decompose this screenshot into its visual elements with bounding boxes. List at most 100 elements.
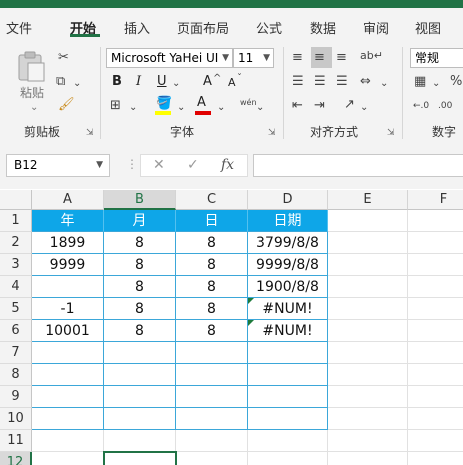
row-header[interactable]: 6 [0, 320, 32, 342]
table-cell[interactable]: 1900/8/8 [248, 276, 328, 298]
grid-cell[interactable] [176, 452, 248, 465]
table-cell[interactable] [176, 386, 248, 408]
align-right-icon[interactable]: ☰ [336, 74, 348, 90]
enter-icon[interactable]: ✓ [187, 157, 199, 173]
cut-icon[interactable]: ✂ [58, 50, 69, 66]
increase-indent-icon[interactable]: ⇥ [314, 98, 325, 114]
decrease-decimal-icon[interactable]: .00 [438, 98, 452, 114]
tab-file[interactable]: 文件 [6, 18, 32, 37]
table-cell[interactable]: -1 [32, 298, 104, 320]
grid-cell[interactable] [328, 232, 408, 254]
merge-center-icon[interactable]: ⇔ [360, 74, 371, 90]
decrease-indent-icon[interactable]: ⇤ [292, 98, 303, 114]
row-header[interactable]: 7 [0, 342, 32, 364]
font-color-button[interactable]: A [197, 95, 206, 110]
tab-formulas[interactable]: 公式 [256, 18, 282, 37]
grid-cell[interactable] [408, 254, 463, 276]
table-cell[interactable]: 8 [176, 254, 248, 276]
table-cell[interactable]: 8 [176, 298, 248, 320]
table-cell[interactable]: 3799/8/8 [248, 232, 328, 254]
format-painter-icon[interactable]: 🖌 [58, 97, 75, 113]
grid-cell[interactable] [408, 232, 463, 254]
paste-dropdown-icon[interactable]: ⌄ [30, 100, 38, 116]
table-cell[interactable]: 8 [176, 232, 248, 254]
grid-cell[interactable] [408, 210, 463, 232]
row-header[interactable]: 4 [0, 276, 32, 298]
table-cell[interactable]: 8 [104, 254, 176, 276]
table-cell[interactable]: 8 [104, 298, 176, 320]
table-cell[interactable] [176, 342, 248, 364]
fill-color-dropdown-icon[interactable]: ⌄ [177, 100, 185, 116]
table-cell[interactable] [176, 408, 248, 430]
font-size-combo[interactable]: 11 ▼ [233, 48, 274, 68]
table-cell[interactable] [248, 386, 328, 408]
row-header[interactable]: 1 [0, 210, 32, 232]
column-header-a[interactable]: A [32, 190, 104, 210]
grid-cell[interactable] [328, 210, 408, 232]
formula-input[interactable] [253, 154, 463, 177]
row-header[interactable]: 2 [0, 232, 32, 254]
table-cell[interactable] [32, 408, 104, 430]
row-header[interactable]: 11 [0, 430, 32, 452]
orientation-icon[interactable]: ↗ [344, 97, 355, 113]
table-header-cell[interactable]: 年 [32, 210, 104, 232]
grid-cell[interactable] [408, 342, 463, 364]
row-header[interactable]: 5 [0, 298, 32, 320]
grid-cell[interactable] [408, 298, 463, 320]
column-header-f[interactable]: F [408, 190, 463, 210]
table-cell[interactable] [248, 408, 328, 430]
shrink-font-button[interactable]: A [228, 76, 236, 89]
table-cell[interactable] [32, 364, 104, 386]
align-left-icon[interactable]: ☰ [292, 74, 304, 90]
borders-dropdown-icon[interactable]: ⌄ [129, 100, 137, 116]
align-middle-icon[interactable]: ≡ [314, 50, 325, 66]
row-header[interactable]: 12 [0, 452, 32, 465]
paste-label[interactable]: 粘贴 [20, 84, 44, 101]
table-cell[interactable] [32, 342, 104, 364]
grid-cell[interactable] [408, 276, 463, 298]
name-box[interactable]: B12 ▼ [6, 154, 110, 177]
table-cell[interactable] [32, 386, 104, 408]
table-header-cell[interactable]: 日期 [248, 210, 328, 232]
copy-dropdown-icon[interactable]: ⌄ [73, 76, 81, 92]
error-cell[interactable]: #NUM! [248, 320, 328, 342]
table-cell[interactable]: 8 [104, 276, 176, 298]
grid-cell[interactable] [408, 430, 463, 452]
grid-cell[interactable] [328, 364, 408, 386]
accounting-format-icon[interactable]: ▦ [414, 74, 426, 90]
align-top-icon[interactable]: ≡ [292, 50, 303, 66]
clipboard-launcher-icon[interactable]: ⇲ [86, 128, 94, 138]
tab-data[interactable]: 数据 [310, 18, 336, 37]
formula-bar-splitter-icon[interactable]: ⋮ [126, 157, 138, 171]
column-header-c[interactable]: C [176, 190, 248, 210]
grid-cell[interactable] [328, 254, 408, 276]
error-cell[interactable]: #NUM! [248, 298, 328, 320]
table-cell[interactable]: 8 [176, 276, 248, 298]
table-cell[interactable] [248, 342, 328, 364]
grid-cell[interactable] [408, 452, 463, 465]
tab-page-layout[interactable]: 页面布局 [177, 18, 229, 37]
fill-color-icon[interactable]: 🪣 [156, 96, 172, 112]
wrap-text-icon[interactable]: ab↵ [360, 48, 383, 64]
insert-function-icon[interactable]: fx [221, 157, 234, 173]
grid-cell[interactable] [328, 408, 408, 430]
worksheet-grid[interactable]: A B C D E F 1 2 3 4 5 6 7 8 9 10 11 12 年… [0, 190, 463, 465]
grid-cell[interactable] [328, 320, 408, 342]
merge-dropdown-icon[interactable]: ⌄ [380, 76, 388, 92]
table-header-cell[interactable]: 月 [104, 210, 176, 232]
table-cell[interactable]: 8 [176, 320, 248, 342]
tab-insert[interactable]: 插入 [124, 18, 150, 37]
underline-dropdown-icon[interactable]: ⌄ [172, 76, 180, 92]
increase-decimal-icon[interactable]: ←.0 [413, 98, 429, 114]
select-all-button[interactable] [0, 190, 32, 210]
table-cell[interactable] [248, 364, 328, 386]
grid-cell[interactable] [32, 430, 104, 452]
column-header-b[interactable]: B [104, 190, 176, 210]
font-color-dropdown-icon[interactable]: ⌄ [217, 100, 225, 116]
table-cell[interactable] [104, 386, 176, 408]
grid-cell[interactable] [408, 408, 463, 430]
percent-icon[interactable]: % [450, 74, 462, 90]
table-cell[interactable] [104, 364, 176, 386]
table-cell[interactable] [104, 408, 176, 430]
table-cell[interactable] [32, 276, 104, 298]
